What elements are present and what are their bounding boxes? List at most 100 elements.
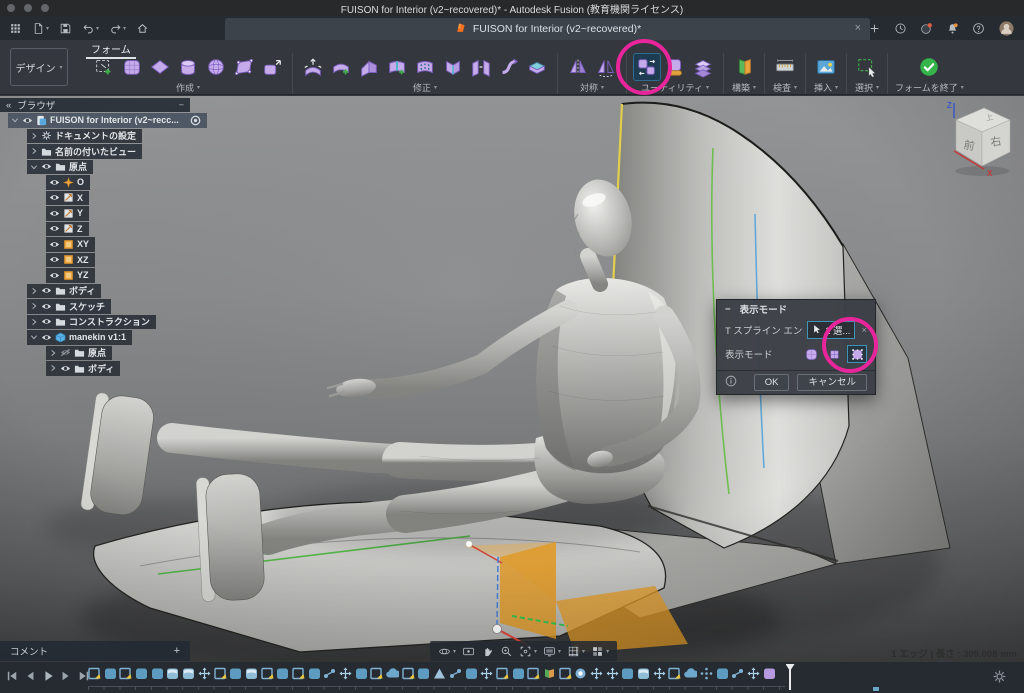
chevron-right-icon[interactable] [30,318,38,326]
timeline-step-forward-button[interactable] [60,669,72,687]
browser-row-4[interactable]: O [0,175,210,190]
viewport-canvas[interactable]: « ブラウザ − FUISON for Interior (v2~recc...… [0,96,1024,662]
eye-icon[interactable] [49,270,60,281]
nav-grid-settings-icon[interactable]: ▾ [567,645,585,658]
timeline-zoom-handle[interactable] [872,686,880,692]
browser-row-15[interactable]: 原点 [0,346,210,361]
avatar-icon[interactable] [995,18,1018,38]
eye-icon[interactable] [49,239,60,250]
browser-row-0[interactable]: FUISON for Interior (v2~recc... [0,113,210,128]
chevron-right-icon[interactable] [49,364,57,372]
timeline-feature-20[interactable] [402,667,415,680]
chevron-right-icon[interactable] [30,132,38,140]
dialog-titlebar[interactable]: − 表示モード [717,300,875,318]
timeline-feature-24[interactable] [465,667,478,680]
collapse-panel-icon[interactable]: « [6,100,11,111]
browser-row-7[interactable]: Z [0,222,210,237]
info-icon[interactable] [725,375,737,390]
toolbar-group-label[interactable]: 構築▾ [732,81,756,94]
tool-insert-image[interactable] [813,54,839,80]
ok-button[interactable]: OK [754,374,790,391]
timeline-feature-27[interactable] [512,667,525,680]
toolbar-group-label[interactable]: 作成▾ [176,81,200,94]
eye-icon[interactable] [41,161,52,172]
collapse-dialog-icon[interactable]: − [725,304,731,315]
timeline-feature-19[interactable] [386,667,399,680]
tool-measure[interactable] [772,54,798,80]
tool-box[interactable] [119,54,145,80]
tool-finish-form[interactable] [916,54,942,80]
tool-weld[interactable] [468,54,494,80]
timeline-feature-36[interactable] [653,667,666,680]
browser-row-12[interactable]: スケッチ [0,299,210,314]
timeline-feature-14[interactable] [308,667,321,680]
timeline-feature-10[interactable] [245,667,258,680]
redo-icon[interactable]: ▾ [106,18,129,38]
timeline-play-button[interactable] [42,669,54,687]
tool-select[interactable] [854,54,880,80]
toolbar-group-label[interactable]: 修正▾ [413,81,437,94]
timeline-feature-40[interactable] [716,667,729,680]
timeline-feature-42[interactable] [747,667,760,680]
app-grid-icon[interactable] [6,18,25,38]
close-tab-icon[interactable]: × [855,22,861,34]
nav-orbit-icon[interactable]: ▾ [438,645,456,658]
timeline-feature-21[interactable] [417,667,430,680]
tool-insert-edge[interactable] [384,54,410,80]
timeline-feature-33[interactable] [606,667,619,680]
tool-create-form[interactable] [91,54,117,80]
notifications-icon[interactable] [943,18,962,38]
browser-row-5[interactable]: X [0,191,210,206]
eye-icon[interactable] [49,208,60,219]
eye-icon[interactable] [49,223,60,234]
chevron-down-icon[interactable] [30,333,38,341]
browser-row-8[interactable]: XY [0,237,210,252]
job-status-icon[interactable] [891,18,910,38]
timeline-feature-26[interactable] [496,667,509,680]
eye-icon[interactable] [22,115,33,126]
timeline-settings-gear-icon[interactable] [992,669,1007,689]
timeline-feature-16[interactable] [339,667,352,680]
browser-row-3[interactable]: 原点 [0,160,210,175]
timeline-feature-25[interactable] [480,667,493,680]
eye-icon[interactable] [49,177,60,188]
timeline-skip-start-button[interactable] [6,669,18,687]
timeline-feature-0[interactable] [88,667,101,680]
timeline-feature-32[interactable] [590,667,603,680]
chevron-right-icon[interactable] [49,349,57,357]
cancel-button[interactable]: キャンセル [797,374,867,391]
toolbar-group-label[interactable]: フォームを終了▾ [895,81,964,94]
save-icon[interactable] [56,18,75,38]
tool-mirror-internal[interactable] [565,54,591,80]
browser-row-14[interactable]: manekin v1:1 [0,330,210,345]
file-new-icon[interactable]: ▾ [29,18,52,38]
eye-icon[interactable] [60,363,71,374]
update-status-icon[interactable] [917,18,936,38]
nav-zoom-icon[interactable] [500,645,513,658]
nav-viewports-icon[interactable]: ▾ [591,645,609,658]
browser-row-16[interactable]: ボディ [0,361,210,376]
timeline-feature-41[interactable] [731,667,744,680]
tool-face[interactable] [231,54,257,80]
browser-row-10[interactable]: YZ [0,268,210,283]
eye-icon[interactable] [49,192,60,203]
chevron-right-icon[interactable] [30,287,38,295]
eye-icon[interactable] [41,285,52,296]
eye-off-icon[interactable] [60,347,71,358]
mode-smooth-button[interactable] [801,345,821,363]
timeline-feature-34[interactable] [621,667,634,680]
toolbar-group-label[interactable]: 選択▾ [855,81,879,94]
timeline-feature-23[interactable] [449,667,462,680]
timeline-feature-12[interactable] [276,667,289,680]
timeline-step-back-button[interactable] [24,669,36,687]
activate-component-radio-icon[interactable] [190,115,201,126]
browser-row-13[interactable]: コンストラクション [0,315,210,330]
view-cube[interactable]: 前 右 上 Z X [940,98,1022,180]
timeline-feature-1[interactable] [104,667,117,680]
browser-row-6[interactable]: Y [0,206,210,221]
timeline-feature-2[interactable] [119,667,132,680]
minimize-panel-icon[interactable]: − [178,100,184,111]
document-tab[interactable]: FUISON for Interior (v2~recovered)* × [225,18,870,40]
tool-convert[interactable] [690,54,716,80]
origin-point-marker[interactable] [493,625,502,634]
